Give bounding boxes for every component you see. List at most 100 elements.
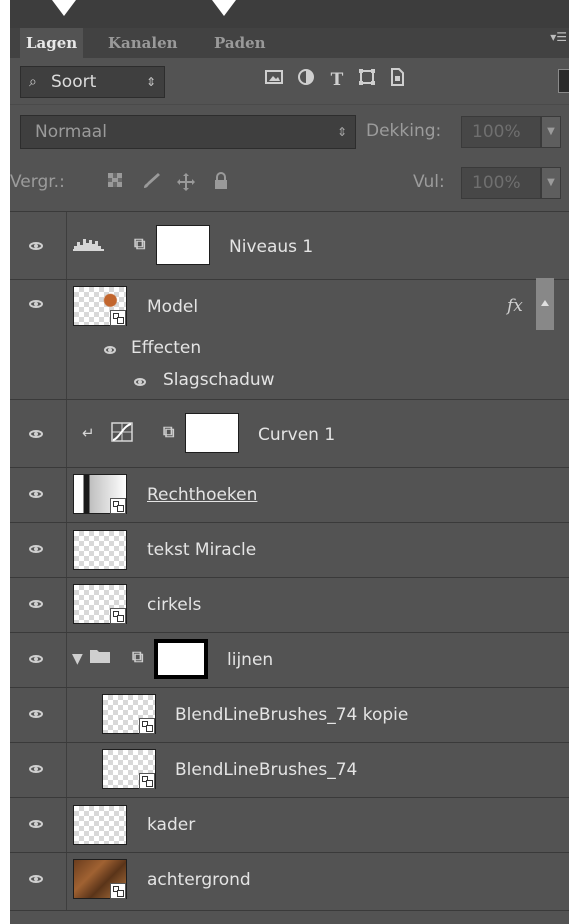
layer-row[interactable]: Rechthoeken xyxy=(10,467,569,522)
layer-name: kader xyxy=(147,815,196,835)
visibility-toggle[interactable] xyxy=(10,578,67,632)
adjustment-filter-icon[interactable] xyxy=(295,68,317,92)
lock-row: Vergr.: Vul: 100% ▼ xyxy=(10,156,569,208)
smart-object-filter-icon[interactable] xyxy=(386,68,408,92)
effect-visibility-icon[interactable] xyxy=(134,378,146,386)
layer-row[interactable]: BlendLineBrushes_74 kopie xyxy=(10,687,569,742)
layer-name: cirkels xyxy=(147,595,202,615)
lock-position-icon[interactable] xyxy=(176,172,196,196)
eye-icon[interactable] xyxy=(29,765,43,773)
visibility-toggle[interactable] xyxy=(10,212,67,279)
eye-icon[interactable] xyxy=(29,242,43,250)
image-filter-icon[interactable] xyxy=(263,68,285,92)
layer-row[interactable]: cirkels xyxy=(10,577,569,632)
list-bottom xyxy=(10,910,569,924)
layer-mask-thumbnail[interactable] xyxy=(154,639,208,679)
select-arrows-icon: ⇕ xyxy=(145,75,156,89)
effects-label: Effecten xyxy=(131,338,202,358)
eye-icon[interactable] xyxy=(29,300,43,308)
select-arrows-icon: ⇕ xyxy=(336,125,347,139)
eye-icon[interactable] xyxy=(29,545,43,553)
layer-effects-icon[interactable]: fx xyxy=(507,296,523,316)
visibility-toggle[interactable] xyxy=(10,798,67,852)
fill-dropdown-icon[interactable]: ▼ xyxy=(541,167,561,199)
curves-adjustment-icon xyxy=(111,422,133,446)
panel-menu-icon[interactable]: ▾☰ xyxy=(550,30,567,44)
eye-icon[interactable] xyxy=(29,490,43,498)
search-icon: ⌕ xyxy=(29,74,37,90)
layer-row[interactable]: BlendLineBrushes_74 xyxy=(10,742,569,797)
lock-label: Vergr.: xyxy=(10,172,65,192)
levels-adjustment-icon xyxy=(72,234,106,256)
opacity-input[interactable]: 100% xyxy=(461,116,541,148)
smart-object-icon xyxy=(139,718,155,734)
layer-name: Rechthoeken xyxy=(147,485,258,505)
layer-row[interactable]: kader xyxy=(10,797,569,852)
layer-name: Curven 1 xyxy=(258,425,336,445)
eye-icon[interactable] xyxy=(29,710,43,718)
tab-lagen[interactable]: Lagen xyxy=(20,28,84,58)
filter-row: ⌕ Soort ⇕ T xyxy=(10,58,569,104)
layer-mask-thumbnail[interactable] xyxy=(156,225,210,265)
tab-kanalen[interactable]: Kanalen xyxy=(102,28,184,58)
layer-name: BlendLineBrushes_74 xyxy=(175,760,358,780)
filter-toggle[interactable] xyxy=(558,69,569,93)
lock-all-icon[interactable] xyxy=(213,172,229,194)
visibility-toggle[interactable] xyxy=(10,280,67,399)
layer-row[interactable]: achtergrond xyxy=(10,852,569,910)
blend-row: Normaal ⇕ Dekking: 100% ▼ xyxy=(10,104,569,157)
mask-link-icon[interactable]: ⧉ xyxy=(134,234,145,254)
layer-name: BlendLineBrushes_74 kopie xyxy=(175,705,409,725)
smart-object-icon xyxy=(110,608,126,624)
expand-triangle-icon[interactable]: ▼ xyxy=(72,651,83,667)
panel-tabs: Lagen Kanalen Paden ▾☰ xyxy=(10,28,569,58)
folder-icon xyxy=(89,648,111,668)
effects-visibility-icon[interactable] xyxy=(104,346,116,354)
visibility-toggle[interactable] xyxy=(10,468,67,522)
lock-transparent-pixels-icon[interactable] xyxy=(107,172,123,192)
smart-object-icon xyxy=(110,310,126,326)
layer-name: Niveaus 1 xyxy=(229,237,314,257)
layer-row[interactable]: ▼ ⧉ lijnen xyxy=(10,632,569,687)
blend-mode-select[interactable]: Normaal ⇕ xyxy=(20,115,356,149)
layer-name: lijnen xyxy=(227,650,274,670)
mask-link-icon[interactable]: ⧉ xyxy=(163,422,174,442)
visibility-toggle[interactable] xyxy=(10,400,67,467)
visibility-toggle[interactable] xyxy=(10,743,67,797)
filter-kind-value: Soort xyxy=(51,72,97,92)
clipping-arrow-icon: ↵ xyxy=(82,424,95,442)
layer-row[interactable]: ↵ ⧉ Curven 1 xyxy=(10,399,569,467)
layer-row[interactable]: tekst Miracle xyxy=(10,522,569,577)
layer-name: Model xyxy=(147,297,199,317)
layer-mask-thumbnail[interactable] xyxy=(185,413,239,453)
layer-row[interactable]: ⧉ Niveaus 1 xyxy=(10,211,569,279)
layer-row[interactable]: Model fx Effecten Slagschaduw xyxy=(10,279,569,399)
fill-label: Vul: xyxy=(413,172,445,192)
eye-icon[interactable] xyxy=(29,655,43,663)
opacity-dropdown-icon[interactable]: ▼ xyxy=(541,116,561,148)
eye-icon[interactable] xyxy=(29,820,43,828)
fill-input[interactable]: 100% xyxy=(461,167,541,199)
tab-paden[interactable]: Paden xyxy=(208,28,272,58)
filter-kind-select[interactable]: ⌕ Soort ⇕ xyxy=(20,66,165,98)
visibility-toggle[interactable] xyxy=(10,853,67,910)
layer-thumbnail xyxy=(73,530,127,570)
visibility-toggle[interactable] xyxy=(10,688,67,742)
type-filter-icon[interactable]: T xyxy=(326,68,348,92)
mask-link-icon[interactable]: ⧉ xyxy=(132,647,143,667)
eye-icon[interactable] xyxy=(29,600,43,608)
eye-icon[interactable] xyxy=(29,875,43,883)
lock-image-pixels-icon[interactable] xyxy=(141,172,161,194)
layer-name: tekst Miracle xyxy=(147,540,257,560)
effect-name: Slagschaduw xyxy=(163,370,275,390)
layers-scrollbar[interactable] xyxy=(536,278,554,330)
smart-object-icon xyxy=(110,498,126,514)
visibility-toggle[interactable] xyxy=(10,633,67,687)
eye-icon[interactable] xyxy=(29,430,43,438)
smart-object-icon xyxy=(139,773,155,789)
watermark-notch xyxy=(52,0,76,16)
layer-name: achtergrond xyxy=(147,870,251,890)
opacity-label: Dekking: xyxy=(366,121,442,141)
visibility-toggle[interactable] xyxy=(10,523,67,577)
shape-filter-icon[interactable] xyxy=(356,68,378,92)
